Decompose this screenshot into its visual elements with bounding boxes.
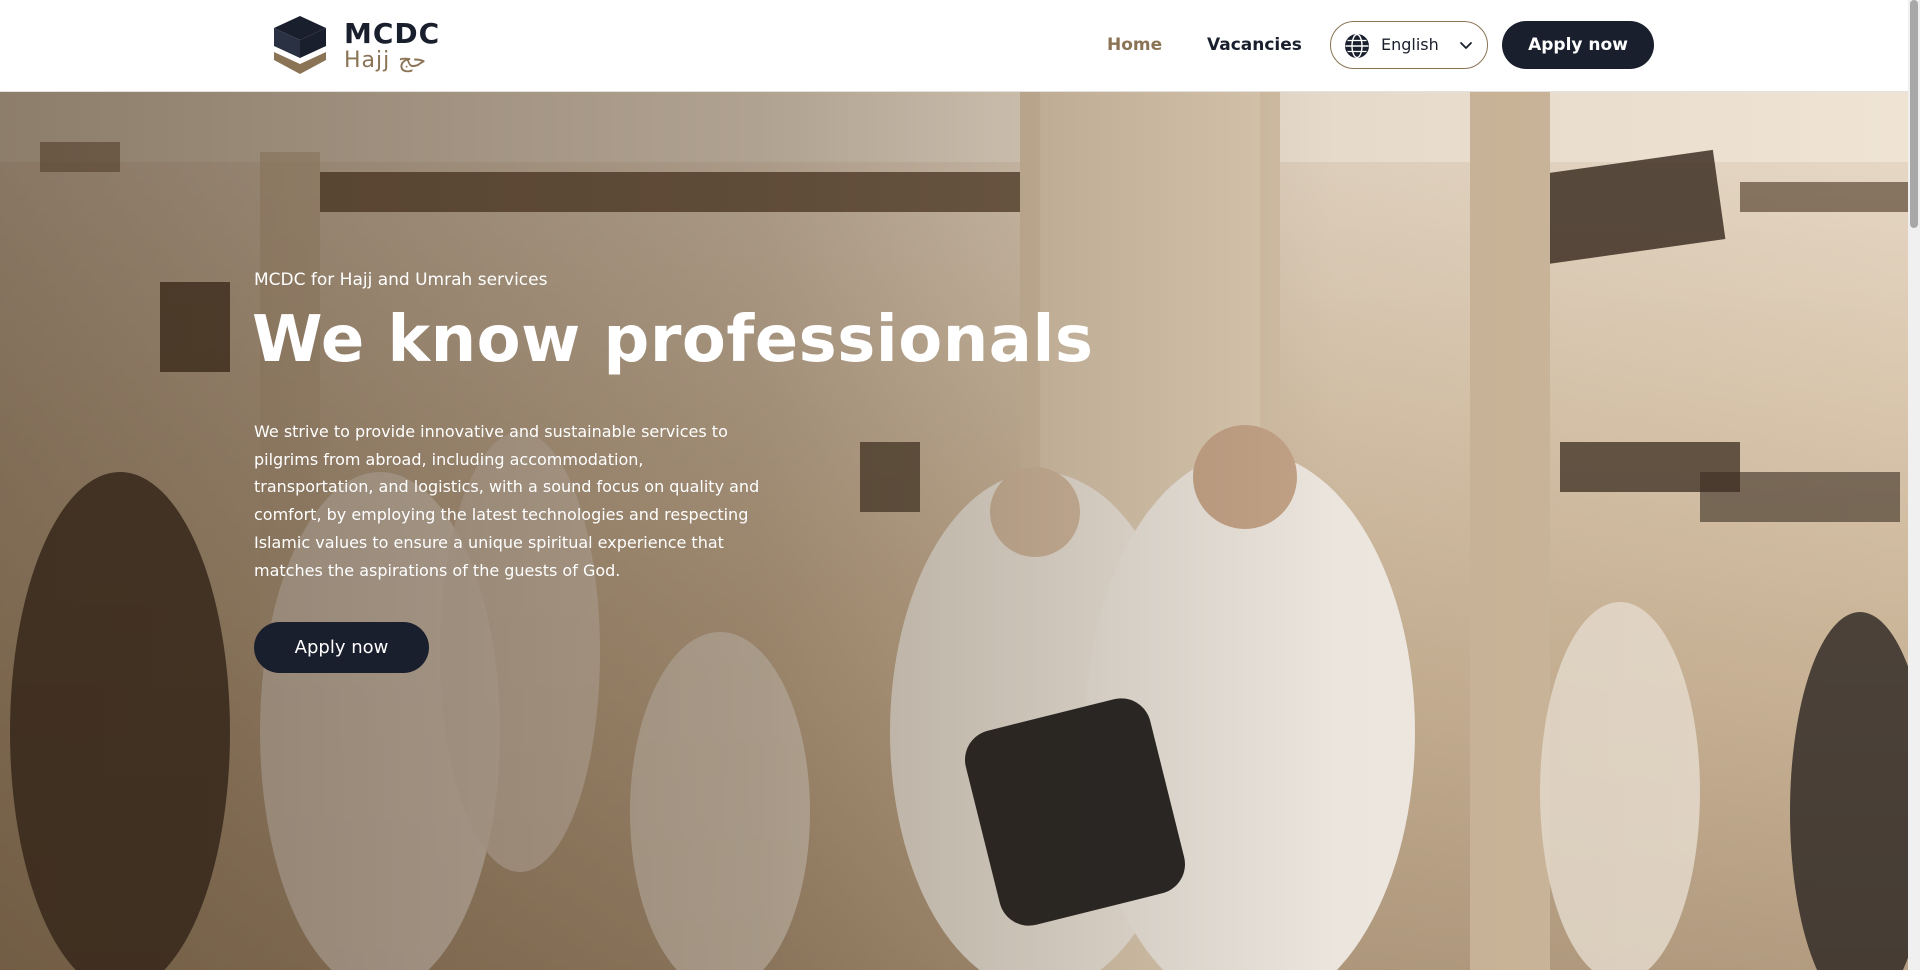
nav-link-vacancies[interactable]: Vacancies [1207,33,1302,57]
chevron-down-icon [1460,42,1472,49]
hero-description: We strive to provide innovative and sust… [254,422,760,580]
globe-icon [1345,33,1369,59]
scrollbar-thumb[interactable] [1910,0,1918,228]
header-apply-button[interactable]: Apply now [1502,21,1654,69]
site-header: MCDC Hajj حج Home Vacancies English Appl… [0,0,1908,92]
language-selector[interactable]: English [1330,21,1488,69]
hero-apply-button[interactable]: Apply now [254,622,429,673]
hero-section: MCDC for Hajj and Umrah services We know… [0,92,1908,970]
hero-title: We know professionals [252,303,1094,377]
brand-subtitle: Hajj حج [344,48,427,73]
brand-logo[interactable]: MCDC Hajj حج [270,14,440,76]
brand-name: MCDC [344,17,441,50]
nav-link-home[interactable]: Home [1107,33,1162,57]
language-value: English [1381,35,1439,54]
page-scrollbar[interactable] [1908,0,1920,970]
kaaba-logo-icon [274,16,326,74]
hero-eyebrow: MCDC for Hajj and Umrah services [254,270,548,290]
